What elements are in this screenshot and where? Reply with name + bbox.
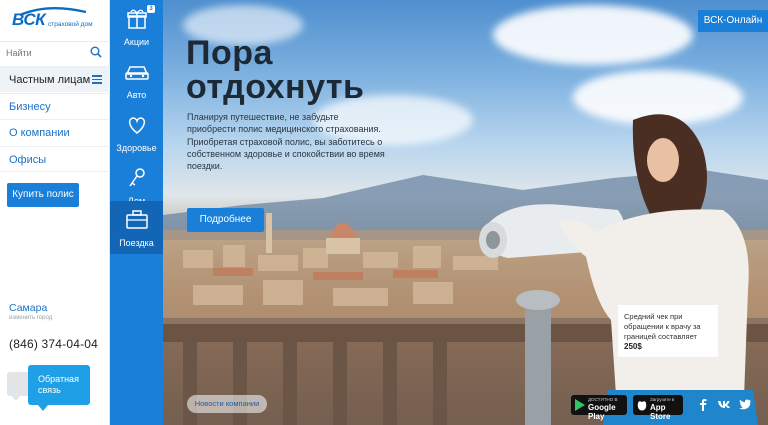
change-city-link[interactable]: изменить город	[9, 315, 52, 321]
city-link[interactable]: Самара	[9, 302, 47, 314]
category-label: Акции	[123, 37, 150, 47]
info-card-text: Средний чек при обращении к врачу за гра…	[624, 312, 701, 341]
hero-banner: Пора отдохнуть Планируя путешествие, не …	[163, 0, 768, 425]
company-news-link[interactable]: Новости компании	[187, 395, 267, 413]
key-icon	[128, 168, 145, 187]
apple-icon	[637, 401, 647, 411]
twitter-icon[interactable]	[738, 397, 752, 411]
google-play-button[interactable]: ДОСТУПНО В Google Play	[571, 395, 627, 421]
category-label: Здоровье	[116, 143, 157, 153]
nav-label: О компании	[9, 127, 70, 139]
nav-label: Офисы	[9, 154, 47, 166]
logo-subtitle: страховой дом	[48, 21, 93, 28]
hero-title: Пора отдохнуть	[186, 36, 386, 104]
car-icon	[124, 66, 149, 80]
store-name: App Store	[650, 403, 671, 421]
category-health[interactable]: Здоровье	[110, 106, 163, 159]
nav-label: Бизнесу	[9, 101, 51, 113]
nav-about[interactable]: О компании	[0, 119, 110, 145]
heart-icon	[128, 117, 145, 134]
hero-title-text: Пора отдохнуть	[186, 34, 365, 106]
info-card-value: 250$	[624, 342, 642, 351]
menu-icon[interactable]	[92, 75, 102, 84]
search-bar	[0, 41, 110, 63]
category-promotions[interactable]: 3 Акции	[110, 0, 163, 53]
feedback-label: Обратная связь	[38, 374, 79, 395]
nav-offices[interactable]: Офисы	[0, 146, 110, 172]
promotions-badge: 3	[147, 5, 155, 13]
phone-number[interactable]: (846) 374-04-04	[9, 337, 98, 351]
logo[interactable]: ВСК страховой дом	[12, 6, 102, 36]
vsk-online-button[interactable]: ВСК-Онлайн	[698, 10, 768, 32]
suitcase-icon	[125, 210, 148, 229]
category-label: Авто	[126, 90, 147, 100]
nav-business[interactable]: Бизнесу	[0, 93, 110, 119]
gift-icon	[126, 9, 147, 29]
hero-description: Планируя путешествие, не забудьте приобр…	[187, 112, 385, 172]
search-icon[interactable]	[90, 46, 102, 58]
category-label: Поездка	[119, 238, 154, 248]
store-caption: Загрузите в	[650, 397, 675, 402]
category-auto[interactable]: Авто	[110, 53, 163, 106]
nav-label: Частным лицам	[9, 74, 91, 86]
feedback-button[interactable]: Обратная связь	[28, 365, 90, 411]
buy-policy-button[interactable]: Купить полис	[7, 183, 79, 207]
logo-text: ВСК	[12, 10, 46, 29]
google-play-icon	[575, 399, 585, 411]
store-name: Google Play	[588, 403, 616, 421]
facebook-icon[interactable]	[696, 397, 710, 411]
category-rail: 3 Акции Авто Здоровье Дом Поездка	[110, 0, 163, 425]
store-caption: ДОСТУПНО В	[588, 397, 618, 402]
sidebar: ВСК страховой дом Частным лицам Бизнесу …	[0, 0, 110, 425]
app-store-button[interactable]: Загрузите в App Store	[633, 395, 683, 421]
info-card: Средний чек при обращении к врачу за гра…	[618, 305, 718, 357]
nav-private-persons[interactable]: Частным лицам	[0, 66, 110, 92]
more-button[interactable]: Подробнее	[187, 208, 264, 232]
search-input[interactable]	[6, 45, 82, 61]
chat-icon[interactable]	[7, 372, 29, 401]
vk-icon[interactable]	[717, 397, 731, 411]
category-travel[interactable]: Поездка	[110, 201, 163, 254]
